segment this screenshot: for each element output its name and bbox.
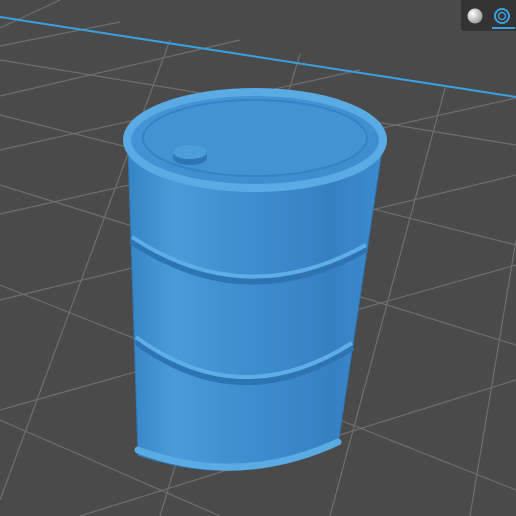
barrel-lid-inner [142,99,368,177]
wireframe-sphere-icon [493,7,510,24]
viewport-toolbar [461,0,516,31]
barrel-model[interactable] [123,88,387,471]
matcap-button[interactable] [461,0,488,31]
axis-line [0,16,516,98]
scene-canvas[interactable] [0,0,516,516]
barrel-bung-cap [173,145,207,159]
3d-viewport[interactable] [0,0,516,516]
matcap-sphere-icon [467,8,482,23]
wireframe-button[interactable] [488,0,515,31]
